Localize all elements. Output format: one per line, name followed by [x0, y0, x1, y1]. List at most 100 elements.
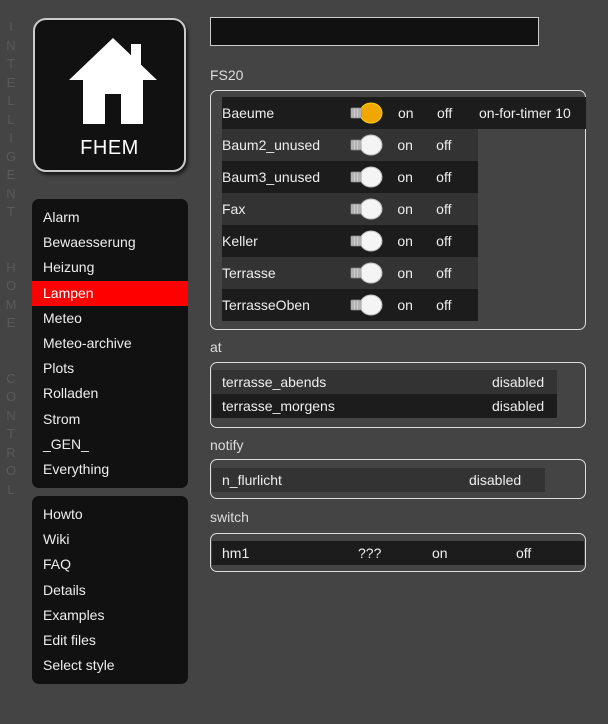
device-name-link[interactable]: terrasse_abends [212, 370, 492, 394]
fs20-device-table: Baeume on off on-for-timer 10 Baum2_unused on… [222, 97, 586, 321]
tagline-letter: E [6, 315, 16, 330]
tagline-letter: C [6, 370, 16, 386]
menu-item-examples[interactable]: Examples [32, 603, 188, 628]
menu-item-everything[interactable]: Everything [32, 457, 188, 482]
on-command-link[interactable]: on [397, 257, 436, 289]
menu-item-bewaesserung[interactable]: Bewaesserung [32, 230, 188, 255]
menu-item-faq[interactable]: FAQ [32, 552, 188, 577]
off-command-link[interactable]: off [436, 289, 478, 321]
tagline-spacer [4, 333, 18, 352]
device-row: Baeume on off on-for-timer 10 [222, 97, 586, 129]
off-command-link[interactable]: off [437, 97, 479, 129]
device-row: Baum3_unused on off [222, 161, 478, 193]
menu-item-details[interactable]: Details [32, 578, 188, 603]
tagline-letter: G [5, 148, 17, 164]
device-name-link[interactable]: terrasse_morgens [212, 394, 492, 418]
device-row: Keller on off [222, 225, 478, 257]
device-row: TerrasseOben on off [222, 289, 478, 321]
side-tagline: INTELLIGENT HOME CONTROL [4, 18, 18, 499]
device-state: ??? [358, 545, 382, 561]
lightbulb-off-icon[interactable] [348, 193, 398, 225]
device-name-link[interactable]: Baum3_unused [222, 161, 348, 193]
device-name-link[interactable]: n_flurlicht [212, 468, 469, 492]
menu-item-gen[interactable]: _GEN_ [32, 432, 188, 457]
device-row: Fax on off [222, 193, 478, 225]
device-name-link[interactable]: hm1 [212, 541, 358, 565]
timer-command-link[interactable]: on-for-timer 10 [479, 97, 586, 129]
lightbulb-off-icon[interactable] [348, 161, 398, 193]
group-title-notify: notify [210, 437, 244, 453]
lightbulb-off-icon[interactable] [348, 129, 398, 161]
tagline-letter: I [9, 19, 13, 34]
tools-menu: Howto Wiki FAQ Details Examples Edit fil… [32, 496, 188, 685]
tagline-letter: M [5, 296, 17, 312]
table-row: terrasse_morgens disabled [212, 394, 557, 418]
tagline-letter: H [6, 259, 16, 275]
command-input[interactable] [210, 17, 539, 46]
menu-item-edit-files[interactable]: Edit files [32, 628, 188, 653]
menu-item-strom[interactable]: Strom [32, 407, 188, 432]
tagline-letter: T [7, 204, 15, 219]
device-name-link[interactable]: TerrasseOben [222, 289, 348, 321]
on-command-link[interactable]: on [397, 289, 436, 321]
menu-item-rolladen[interactable]: Rolladen [32, 381, 188, 406]
tagline-letter: R [6, 444, 16, 460]
menu-item-meteo-archive[interactable]: Meteo-archive [32, 331, 188, 356]
tagline-letter: T [7, 426, 15, 441]
off-command-link[interactable]: off [436, 193, 478, 225]
menu-item-select-style[interactable]: Select style [32, 653, 188, 678]
device-name-link[interactable]: Terrasse [222, 257, 348, 289]
tagline-letter: T [7, 56, 15, 71]
on-command-link[interactable]: on [397, 225, 436, 257]
notify-box: n_flurlicht disabled [210, 459, 586, 499]
device-name-link[interactable]: Keller [222, 225, 348, 257]
tagline-letter: L [7, 481, 15, 497]
off-command-link[interactable]: off [436, 129, 478, 161]
tagline-letter: I [9, 130, 13, 145]
tagline-letter: L [7, 93, 15, 108]
table-row: hm1 ??? on off [212, 541, 584, 565]
off-command-link[interactable]: off [436, 225, 478, 257]
device-state: disabled [492, 398, 545, 414]
fhem-logo[interactable]: FHEM [33, 18, 186, 172]
device-row: Terrasse on off [222, 257, 478, 289]
tagline-letter: N [6, 407, 16, 423]
lightbulb-off-icon[interactable] [348, 225, 398, 257]
tagline-spacer [4, 222, 18, 241]
tagline-letter: O [5, 389, 17, 404]
lightbulb-off-icon[interactable] [348, 257, 398, 289]
menu-item-meteo[interactable]: Meteo [32, 306, 188, 331]
group-title-at: at [210, 339, 222, 355]
device-row: Baum2_unused on off [222, 129, 478, 161]
device-name-link[interactable]: Fax [222, 193, 348, 225]
room-menu: Alarm Bewaesserung Heizung Lampen Meteo … [32, 199, 188, 489]
device-state: disabled [492, 374, 545, 390]
menu-item-wiki[interactable]: Wiki [32, 527, 188, 552]
tagline-letter: O [5, 278, 17, 293]
lightbulb-on-icon[interactable] [348, 97, 398, 129]
menu-item-plots[interactable]: Plots [32, 356, 188, 381]
menu-item-lampen[interactable]: Lampen [32, 280, 188, 306]
tagline-letter: O [5, 463, 17, 478]
off-command-link[interactable]: off [436, 257, 478, 289]
on-command-link[interactable]: on [397, 129, 436, 161]
menu-item-howto[interactable]: Howto [32, 502, 188, 527]
table-row: terrasse_abends disabled [212, 370, 557, 394]
tagline-spacer [4, 240, 18, 259]
off-command-link[interactable]: off [516, 541, 531, 565]
device-name-link[interactable]: Baeume [222, 97, 348, 129]
lightbulb-off-icon[interactable] [348, 289, 398, 321]
menu-item-alarm[interactable]: Alarm [32, 205, 188, 230]
group-title-switch: switch [210, 509, 249, 525]
on-command-link[interactable]: on [397, 193, 436, 225]
on-command-link[interactable]: on [432, 541, 516, 565]
device-name-link[interactable]: Baum2_unused [222, 129, 348, 161]
on-command-link[interactable]: on [397, 161, 436, 193]
at-box: terrasse_abends disabled terrasse_morgen… [210, 362, 586, 428]
off-command-link[interactable]: off [436, 161, 478, 193]
menu-item-heizung[interactable]: Heizung [32, 255, 188, 280]
house-icon [69, 38, 157, 124]
on-command-link[interactable]: on [398, 97, 437, 129]
switch-box: hm1 ??? on off [210, 533, 586, 572]
device-state: disabled [469, 472, 522, 488]
